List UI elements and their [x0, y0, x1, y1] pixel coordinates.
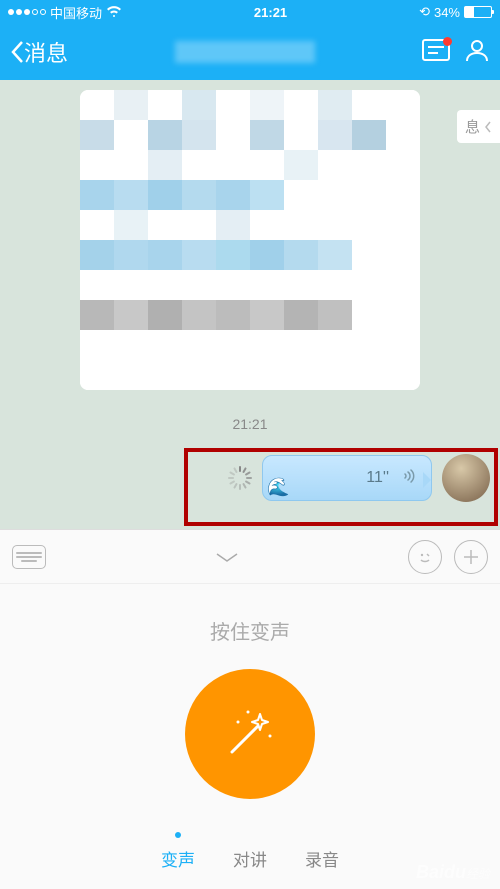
sound-wave-icon [397, 466, 417, 491]
loading-spinner-icon [228, 466, 252, 490]
collapse-button[interactable] [58, 550, 396, 564]
smile-icon [415, 547, 435, 567]
back-button[interactable]: 消息 [10, 36, 68, 68]
watermark: Baidu经验 [416, 862, 490, 883]
input-panel: 按住变声 变声 对讲 录音 [0, 529, 500, 889]
orientation-lock-icon: ⟲ [419, 4, 430, 20]
avatar[interactable] [442, 454, 490, 502]
input-toolbar [0, 530, 500, 584]
chevron-left-icon [484, 120, 492, 134]
signal-icon [8, 9, 46, 15]
side-tag[interactable]: 息 [457, 110, 500, 143]
tab-voice-change[interactable]: 变声 [161, 846, 195, 871]
battery-icon [464, 6, 492, 18]
wifi-icon [106, 5, 122, 20]
redacted-message [80, 90, 420, 390]
tab-record[interactable]: 录音 [305, 846, 339, 871]
card-icon[interactable] [422, 39, 450, 66]
tab-intercom[interactable]: 对讲 [233, 846, 267, 871]
voice-instruction: 按住变声 [0, 616, 500, 645]
carrier-label: 中国移动 [50, 3, 102, 22]
magic-wand-icon [220, 704, 280, 764]
status-bar: 中国移动 21:21 ⟲ 34% [0, 0, 500, 24]
battery-pct: 34% [434, 5, 460, 20]
wave-icon: 🌊 [267, 477, 289, 498]
voice-record-button[interactable] [185, 669, 315, 799]
tag-label: 息 [465, 116, 480, 137]
status-left: 中国移动 [8, 3, 122, 22]
voice-message-row: 🌊 11'' [228, 454, 490, 502]
voice-message-bubble[interactable]: 🌊 11'' [262, 455, 432, 501]
plus-icon [462, 548, 480, 566]
emoji-button[interactable] [408, 540, 442, 574]
message-timestamp: 21:21 [10, 416, 490, 432]
back-label: 消息 [24, 36, 68, 68]
profile-icon[interactable] [464, 38, 490, 67]
nav-bar: 消息 [0, 24, 500, 80]
status-time: 21:21 [122, 5, 419, 20]
add-button[interactable] [454, 540, 488, 574]
notification-dot [443, 37, 452, 46]
chat-title [68, 41, 422, 63]
chevron-down-icon [213, 550, 241, 564]
status-right: ⟲ 34% [419, 4, 492, 20]
keyboard-toggle-icon[interactable] [12, 545, 46, 569]
voice-duration: 11'' [366, 469, 389, 487]
